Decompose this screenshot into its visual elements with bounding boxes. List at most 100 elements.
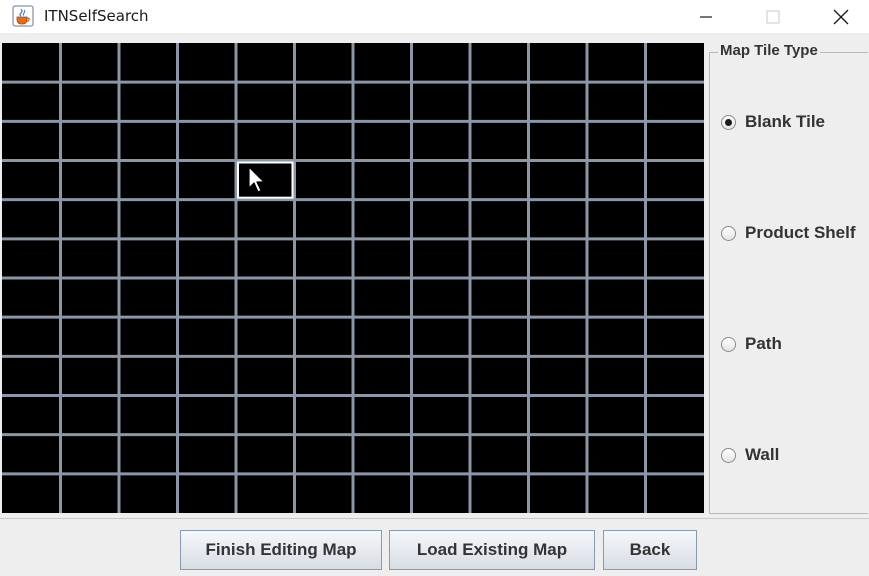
radio-product-shelf[interactable]: Product Shelf (721, 222, 856, 244)
map-tile[interactable] (3, 44, 60, 81)
map-tile[interactable] (471, 318, 528, 355)
map-tile[interactable] (530, 397, 586, 434)
map-tile[interactable] (62, 201, 118, 238)
map-tile[interactable] (530, 318, 586, 355)
map-tile[interactable] (413, 318, 469, 355)
map-tile[interactable] (471, 357, 528, 394)
map-tile[interactable] (179, 83, 235, 120)
map-tile[interactable] (413, 83, 469, 120)
map-tile[interactable] (354, 201, 411, 238)
map-tile[interactable] (179, 122, 235, 159)
map-tile[interactable] (413, 122, 469, 159)
map-tile[interactable] (179, 475, 235, 512)
map-tile[interactable] (530, 475, 586, 512)
map-tile[interactable] (120, 122, 177, 159)
map-tile[interactable] (471, 162, 528, 199)
map-tile[interactable] (530, 162, 586, 199)
map-tile[interactable] (354, 475, 411, 512)
map-tile[interactable] (296, 162, 352, 199)
map-grid[interactable] (2, 43, 704, 513)
radio-button-icon[interactable] (721, 336, 736, 352)
map-tile[interactable] (296, 83, 352, 120)
map-tile[interactable] (120, 240, 177, 277)
map-tile[interactable] (354, 240, 411, 277)
finish-editing-map-button[interactable]: Finish Editing Map (180, 530, 382, 570)
map-tile[interactable] (647, 397, 703, 434)
map-tile[interactable] (588, 397, 645, 434)
map-tile[interactable] (530, 201, 586, 238)
map-tile[interactable] (471, 201, 528, 238)
map-tile[interactable] (237, 201, 294, 238)
map-tile[interactable] (237, 240, 294, 277)
map-tile[interactable] (3, 475, 60, 512)
map-tile[interactable] (413, 240, 469, 277)
map-tile[interactable] (413, 162, 469, 199)
map-tile[interactable] (62, 83, 118, 120)
radio-button-icon[interactable] (721, 225, 736, 241)
map-tile[interactable] (3, 357, 60, 394)
map-tile[interactable] (120, 162, 177, 199)
map-tile[interactable] (647, 357, 703, 394)
map-tile[interactable] (588, 436, 645, 473)
map-tile[interactable] (237, 122, 294, 159)
map-tile[interactable] (120, 279, 177, 316)
map-tile[interactable] (588, 122, 645, 159)
map-tile[interactable] (3, 397, 60, 434)
map-tile[interactable] (62, 397, 118, 434)
map-tile[interactable] (3, 436, 60, 473)
map-tile[interactable] (237, 397, 294, 434)
map-tile[interactable] (471, 83, 528, 120)
map-tile[interactable] (179, 240, 235, 277)
map-tile[interactable] (354, 44, 411, 81)
map-tile[interactable] (588, 475, 645, 512)
map-tile[interactable] (296, 279, 352, 316)
map-tile[interactable] (471, 436, 528, 473)
map-tile[interactable] (647, 44, 703, 81)
map-tile[interactable] (237, 436, 294, 473)
map-tile[interactable] (62, 318, 118, 355)
map-tile[interactable] (296, 397, 352, 434)
map-tile[interactable] (62, 357, 118, 394)
map-tile[interactable] (237, 279, 294, 316)
map-tile[interactable] (62, 475, 118, 512)
map-tile[interactable] (120, 44, 177, 81)
map-tile[interactable] (413, 201, 469, 238)
map-tile[interactable] (296, 318, 352, 355)
map-tile[interactable] (3, 162, 60, 199)
map-tile[interactable] (3, 279, 60, 316)
map-tile[interactable] (296, 475, 352, 512)
map-tile[interactable] (354, 397, 411, 434)
radio-button-icon[interactable] (721, 447, 736, 463)
map-tile[interactable] (471, 279, 528, 316)
map-tile[interactable] (296, 357, 352, 394)
map-tile[interactable] (588, 357, 645, 394)
map-tile[interactable] (179, 318, 235, 355)
map-tile[interactable] (3, 122, 60, 159)
map-tile[interactable] (647, 436, 703, 473)
map-tile[interactable] (354, 318, 411, 355)
map-tile[interactable] (296, 122, 352, 159)
map-tile[interactable] (588, 279, 645, 316)
map-tile[interactable] (413, 397, 469, 434)
map-tile[interactable] (647, 162, 703, 199)
map-tile[interactable] (120, 436, 177, 473)
map-tile[interactable] (179, 162, 235, 199)
map-tile[interactable] (413, 44, 469, 81)
radio-blank-tile[interactable]: Blank Tile (721, 111, 825, 133)
map-tile[interactable] (237, 83, 294, 120)
map-tile[interactable] (179, 357, 235, 394)
minimize-button[interactable] (683, 0, 729, 33)
map-tile[interactable] (120, 475, 177, 512)
map-tile[interactable] (530, 357, 586, 394)
map-tile[interactable] (471, 122, 528, 159)
map-tile[interactable] (354, 122, 411, 159)
map-tile[interactable] (530, 122, 586, 159)
map-tile[interactable] (413, 475, 469, 512)
map-tile[interactable] (237, 357, 294, 394)
map-tile[interactable] (296, 240, 352, 277)
map-tile[interactable] (471, 397, 528, 434)
map-tile[interactable] (647, 240, 703, 277)
map-tile[interactable] (588, 83, 645, 120)
map-tile[interactable] (530, 279, 586, 316)
map-tile[interactable] (120, 201, 177, 238)
